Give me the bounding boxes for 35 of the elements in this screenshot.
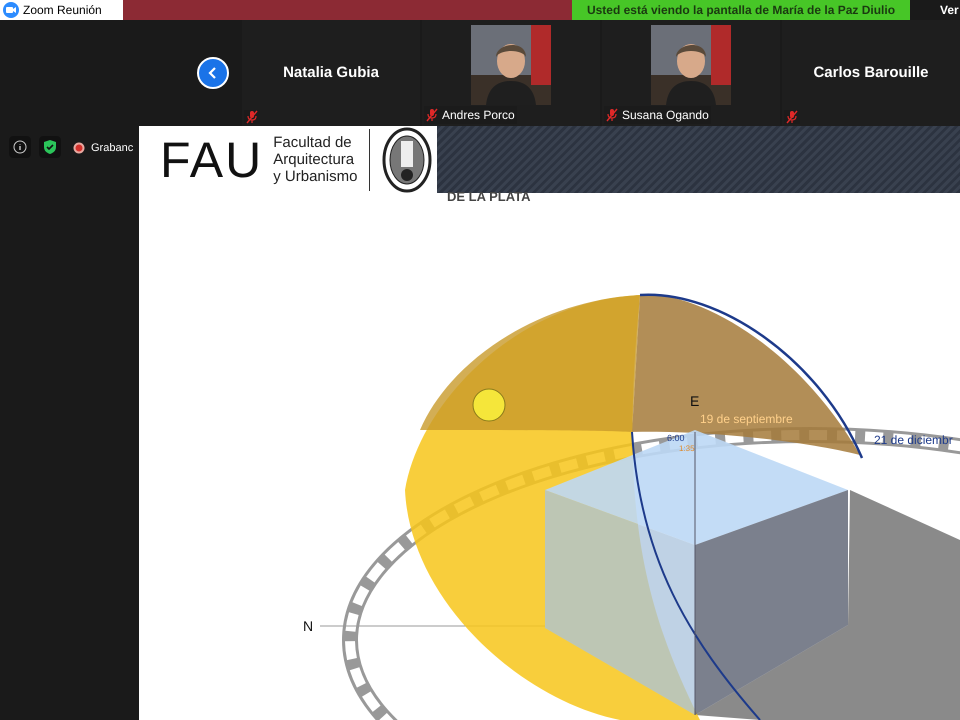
date-label: 21 de diciembr bbox=[874, 433, 953, 447]
logo-text: Facultad de bbox=[273, 134, 353, 151]
recording-status: Grabanc bbox=[91, 141, 134, 156]
info-icon bbox=[13, 140, 27, 154]
muted-microphone-icon bbox=[606, 108, 618, 122]
shield-check-icon bbox=[43, 139, 57, 155]
view-options-button[interactable]: Ver bbox=[910, 0, 960, 20]
university-name: DE LA PLATA bbox=[447, 190, 531, 203]
info-button[interactable] bbox=[9, 136, 31, 158]
participant-tile[interactable]: Natalia Gubia bbox=[242, 20, 420, 126]
north-label: N bbox=[303, 618, 314, 634]
participant-name: Natalia Gubia bbox=[283, 62, 379, 83]
time-label: 6:00 bbox=[667, 433, 685, 443]
logo-mark: FAU bbox=[160, 134, 264, 184]
sharing-banner: Usted está viendo la pantalla de María de la Paz Diulio bbox=[572, 0, 910, 20]
muted-microphone-icon bbox=[246, 110, 258, 124]
participant-name: Susana Ogando bbox=[622, 107, 709, 124]
recording-icon bbox=[73, 142, 85, 154]
logo-text: y Urbanismo bbox=[273, 168, 358, 185]
time-label: 1:35 bbox=[679, 444, 695, 453]
east-label: E bbox=[690, 393, 700, 409]
muted-microphone-icon bbox=[426, 108, 438, 122]
security-button[interactable] bbox=[39, 136, 61, 158]
date-label: 19 de septiembre bbox=[700, 412, 793, 426]
participant-name: Carlos Barouille bbox=[813, 62, 929, 83]
participant-name: Andres Porco bbox=[442, 107, 515, 124]
participant-tile[interactable]: Carlos Barouille bbox=[782, 20, 960, 126]
sun bbox=[472, 388, 506, 422]
muted-microphone-icon bbox=[786, 110, 798, 124]
logo-text: Arquitectura bbox=[273, 151, 356, 168]
previous-page-button[interactable] bbox=[197, 57, 229, 89]
chevron-left-icon bbox=[207, 66, 219, 80]
participant-tile[interactable]: Susana Ogando bbox=[602, 20, 780, 126]
participant-tile[interactable]: Andres Porco bbox=[422, 20, 600, 126]
window-title: Zoom Reunión bbox=[23, 2, 103, 19]
